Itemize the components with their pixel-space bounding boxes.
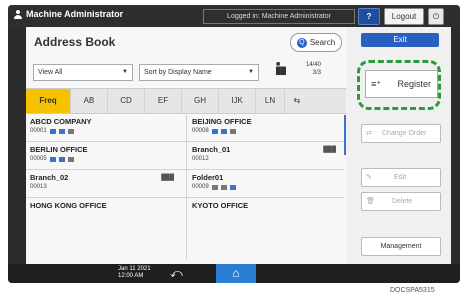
list-item[interactable]: Branch_01 00012 ███ xyxy=(190,143,340,167)
fax-icon xyxy=(229,128,236,134)
entry-name: HONG KONG OFFICE xyxy=(30,201,107,210)
logout-button[interactable]: Logout xyxy=(384,8,424,25)
reorder-icon: ⇄ xyxy=(366,130,372,137)
view-select-value: View All xyxy=(38,69,63,76)
delete-label: Delete xyxy=(392,198,413,205)
view-select[interactable]: View All ▼ xyxy=(33,64,133,81)
scrollbar[interactable] xyxy=(344,115,346,155)
home-button[interactable]: ⌂ xyxy=(216,264,256,283)
list-item[interactable]: ABCD COMPANY 00001 xyxy=(28,115,178,139)
group-icon: ███ xyxy=(323,147,336,153)
mail-icon xyxy=(211,184,218,190)
clock: Jan 11 2021 12:00 AM xyxy=(118,266,151,280)
tab-gh[interactable]: GH xyxy=(182,89,219,113)
register-highlight: ≡⁺ Register xyxy=(357,60,441,110)
entry-name: Folder01 xyxy=(192,173,224,182)
entry-name: ABCD COMPANY xyxy=(30,117,92,126)
list-item[interactable]: HONG KONG OFFICE xyxy=(28,199,178,223)
fax-icon xyxy=(229,184,236,190)
mail-icon xyxy=(49,156,56,162)
top-status-bar: Machine Administrator Logged in: Machine… xyxy=(8,5,460,27)
entry-count: 14/40 3/3 xyxy=(306,61,321,77)
entry-number: 00008 xyxy=(192,128,209,134)
mail-icon xyxy=(49,128,56,134)
mail-icon xyxy=(211,128,218,134)
back-icon[interactable]: ⤺ xyxy=(170,265,183,281)
chevron-down-icon: ▼ xyxy=(248,69,254,75)
chevron-down-icon: ▼ xyxy=(122,69,128,75)
register-label: Register xyxy=(397,79,432,89)
help-button[interactable]: ? xyxy=(358,8,380,25)
change-order-button[interactable]: ⇄ Change Order xyxy=(361,124,441,143)
folder-icon xyxy=(220,128,227,134)
list-item[interactable]: Folder01 00009 xyxy=(190,171,340,195)
count-top: 14/40 xyxy=(306,62,322,68)
add-entry-icon: ≡⁺ xyxy=(371,79,382,89)
change-order-label: Change Order xyxy=(382,130,427,137)
tab-ijk[interactable]: IJK xyxy=(219,89,256,113)
entry-number: 00005 xyxy=(30,156,47,162)
exit-button[interactable]: Exit xyxy=(361,33,439,47)
fax-icon xyxy=(67,128,74,134)
entry-name: Branch_02 xyxy=(30,173,69,182)
transfer-icon[interactable]: ⇆ xyxy=(285,89,309,113)
column-divider xyxy=(186,115,187,260)
entry-name: KYOTO OFFICE xyxy=(192,201,249,210)
entry-name: BEIJING OFFICE xyxy=(192,117,252,126)
search-button[interactable]: Q Search xyxy=(290,33,342,52)
device-screen: Machine Administrator Logged in: Machine… xyxy=(8,5,460,283)
search-label: Search xyxy=(309,38,336,47)
folder-icon xyxy=(220,184,227,190)
home-icon: ⌂ xyxy=(232,266,240,280)
entries-icon: ■ ██ xyxy=(276,61,286,75)
edit-label: Edit xyxy=(394,174,407,181)
date-label: Jan 11 2021 xyxy=(118,266,151,272)
sort-select[interactable]: Sort by Display Name ▼ xyxy=(139,64,259,81)
tab-ab[interactable]: AB xyxy=(71,89,108,113)
bottom-bar: Jan 11 2021 12:00 AM ⤺ ⌂ xyxy=(8,264,460,283)
entry-name: BERLIN OFFICE xyxy=(30,145,88,154)
sort-select-value: Sort by Display Name xyxy=(144,69,212,76)
edit-button[interactable]: ✎ Edit xyxy=(361,168,441,187)
figure-caption: DOCSPA5315 xyxy=(390,287,435,294)
page-title: Address Book xyxy=(34,35,116,49)
login-status: Logged in: Machine Administrator xyxy=(203,9,355,24)
time-label: 12:00 AM xyxy=(118,273,144,279)
folder-icon xyxy=(58,128,65,134)
row-divider xyxy=(26,141,344,142)
delete-button[interactable]: 🗑 Delete xyxy=(361,192,441,211)
management-button[interactable]: Management xyxy=(361,237,441,256)
entry-number: 00013 xyxy=(30,184,47,190)
user-icon xyxy=(14,9,22,19)
count-bottom: 3/3 xyxy=(312,70,322,76)
fax-icon xyxy=(67,156,74,162)
group-icon: ███ xyxy=(161,175,174,181)
folder-icon xyxy=(58,156,65,162)
pencil-icon: ✎ xyxy=(366,174,372,181)
list-item[interactable]: BERLIN OFFICE 00005 xyxy=(28,143,178,167)
power-button[interactable]: ⏻ xyxy=(428,8,444,25)
action-sidebar: Exit ≡⁺ Register ⇄ Change Order ✎ Edit 🗑… xyxy=(348,27,451,264)
trash-icon: 🗑 xyxy=(366,198,375,205)
list-item[interactable]: BEIJING OFFICE 00008 xyxy=(190,115,340,139)
entry-number: 00012 xyxy=(192,156,209,162)
row-divider xyxy=(26,197,344,198)
tab-freq[interactable]: Freq xyxy=(26,89,71,113)
list-item[interactable]: Branch_02 00013 ███ xyxy=(28,171,178,195)
tab-ef[interactable]: EF xyxy=(145,89,182,113)
address-book-panel: Address Book Q Search View All ▼ Sort by… xyxy=(26,27,451,264)
tab-cd[interactable]: CD xyxy=(108,89,145,113)
row-divider xyxy=(26,169,344,170)
entry-name: Branch_01 xyxy=(192,145,231,154)
admin-indicator: Machine Administrator xyxy=(14,9,123,19)
tab-ln[interactable]: LN xyxy=(256,89,285,113)
entry-number: 00001 xyxy=(30,128,47,134)
index-tabs: Freq AB CD EF GH IJK LN ⇆ xyxy=(26,88,346,114)
search-icon: Q xyxy=(296,37,307,48)
register-button[interactable]: ≡⁺ Register xyxy=(365,70,438,98)
list-item[interactable]: KYOTO OFFICE xyxy=(190,199,340,223)
admin-label: Machine Administrator xyxy=(26,9,124,19)
address-list-area: Address Book Q Search View All ▼ Sort by… xyxy=(26,27,346,264)
entry-number: 00009 xyxy=(192,184,209,190)
